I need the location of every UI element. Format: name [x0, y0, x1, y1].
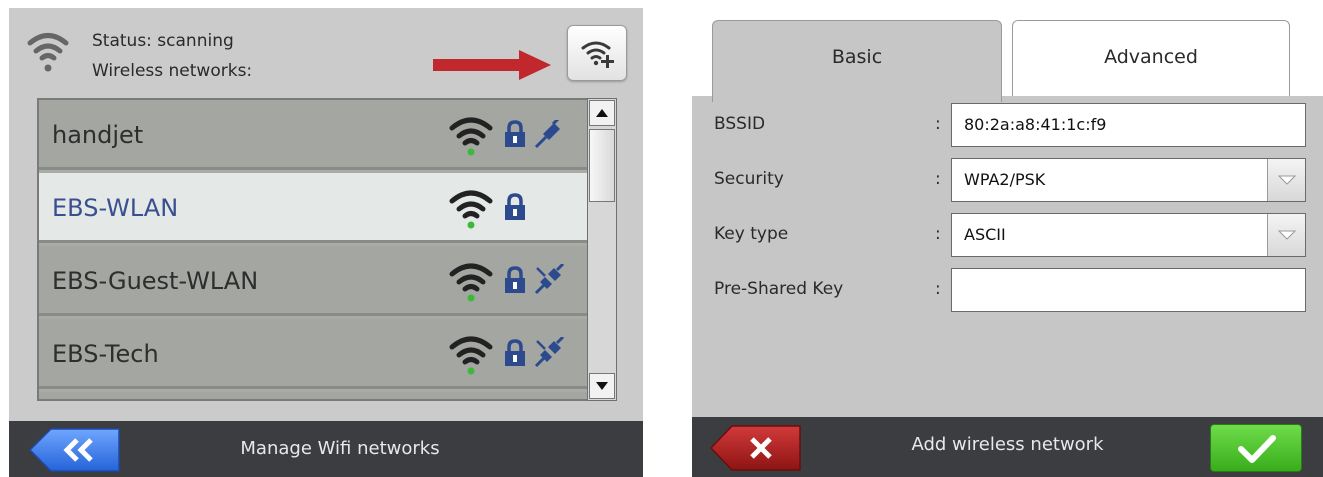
tab-basic[interactable]: Basic — [712, 20, 1002, 102]
plug-connected-icon — [533, 116, 563, 154]
lock-icon — [503, 120, 527, 152]
form-row-psk: Pre-Shared Key : — [692, 266, 1323, 312]
psk-label: Pre-Shared Key — [714, 279, 844, 299]
network-row[interactable]: EBS-Guest-WLAN — [39, 246, 587, 316]
wifi-header: Status: scanning Wireless networks: — [9, 8, 643, 98]
lock-icon — [503, 339, 527, 371]
network-name: EBS-Guest-WLAN — [52, 267, 259, 295]
wifi-signal-icon — [449, 331, 493, 381]
check-icon — [1238, 435, 1276, 463]
wifi-signal-icon — [449, 258, 493, 308]
colon: : — [935, 169, 941, 189]
bssid-field[interactable]: 80:2a:a8:41:1c:f9 — [951, 103, 1306, 147]
chevron-down-icon — [1278, 175, 1296, 185]
security-dropdown-button[interactable] — [1267, 159, 1305, 201]
network-row-partial[interactable] — [39, 392, 587, 399]
arrow-annotation-icon — [433, 48, 553, 82]
scroll-thumb[interactable] — [589, 129, 615, 202]
status-text: Status: scanning Wireless networks: — [92, 26, 252, 86]
add-network-footer: Add wireless network — [692, 417, 1323, 477]
scrollbar[interactable] — [587, 98, 617, 401]
scroll-down-button[interactable] — [589, 373, 615, 399]
bssid-label: BSSID — [714, 114, 766, 134]
wifi-status-icon — [27, 26, 69, 74]
colon: : — [935, 279, 941, 299]
scroll-up-button[interactable] — [589, 100, 615, 126]
plug-disconnected-icon — [533, 335, 565, 373]
add-wifi-button[interactable] — [567, 25, 627, 81]
network-row[interactable]: EBS-WLAN — [39, 173, 587, 243]
network-name: handjet — [52, 121, 144, 149]
manage-wifi-panel: Status: scanning Wireless networks: hand… — [9, 8, 643, 477]
networks-label: Wireless networks: — [92, 61, 253, 81]
bssid-value: 80:2a:a8:41:1c:f9 — [964, 115, 1107, 134]
tab-bar: Basic Advanced — [692, 8, 1323, 102]
status-line: Status: scanning — [92, 31, 234, 51]
confirm-button[interactable] — [1210, 424, 1302, 472]
tab-advanced[interactable]: Advanced — [1012, 20, 1290, 96]
form-row-security: Security : WPA2/PSK — [692, 156, 1323, 202]
colon: : — [935, 114, 941, 134]
security-value: WPA2/PSK — [964, 170, 1046, 189]
wifi-signal-icon — [449, 112, 493, 162]
form-row-key-type: Key type : ASCII — [692, 211, 1323, 257]
footer-title: Manage Wifi networks — [240, 438, 440, 459]
key-type-value: ASCII — [964, 225, 1006, 244]
network-name: EBS-WLAN — [52, 194, 179, 222]
add-network-panel: Basic Advanced BSSID : 80:2a:a8:41:1c:f9… — [692, 8, 1323, 477]
network-row[interactable]: handjet — [39, 100, 587, 170]
chevron-down-icon — [1278, 230, 1296, 240]
psk-field[interactable] — [951, 268, 1306, 312]
plug-disconnected-icon — [533, 262, 565, 300]
colon: : — [935, 224, 941, 244]
security-select[interactable]: WPA2/PSK — [951, 158, 1306, 202]
wifi-signal-icon — [449, 185, 493, 235]
manage-wifi-footer: Manage Wifi networks — [9, 421, 643, 477]
add-wifi-icon — [581, 41, 614, 68]
lock-icon — [503, 193, 527, 225]
key-type-select[interactable]: ASCII — [951, 213, 1306, 257]
network-list[interactable]: handjet EBS-WLAN EBS-Guest-WLAN EBS-Tech — [37, 98, 587, 401]
key-type-label: Key type — [714, 224, 789, 244]
triangle-down-icon — [596, 382, 608, 390]
key-type-dropdown-button[interactable] — [1267, 214, 1305, 256]
network-name: EBS-Tech — [52, 340, 159, 368]
form-row-bssid: BSSID : 80:2a:a8:41:1c:f9 — [692, 101, 1323, 147]
security-label: Security — [714, 169, 784, 189]
lock-icon — [503, 266, 527, 298]
triangle-up-icon — [596, 109, 608, 117]
network-row[interactable]: EBS-Tech — [39, 319, 587, 389]
